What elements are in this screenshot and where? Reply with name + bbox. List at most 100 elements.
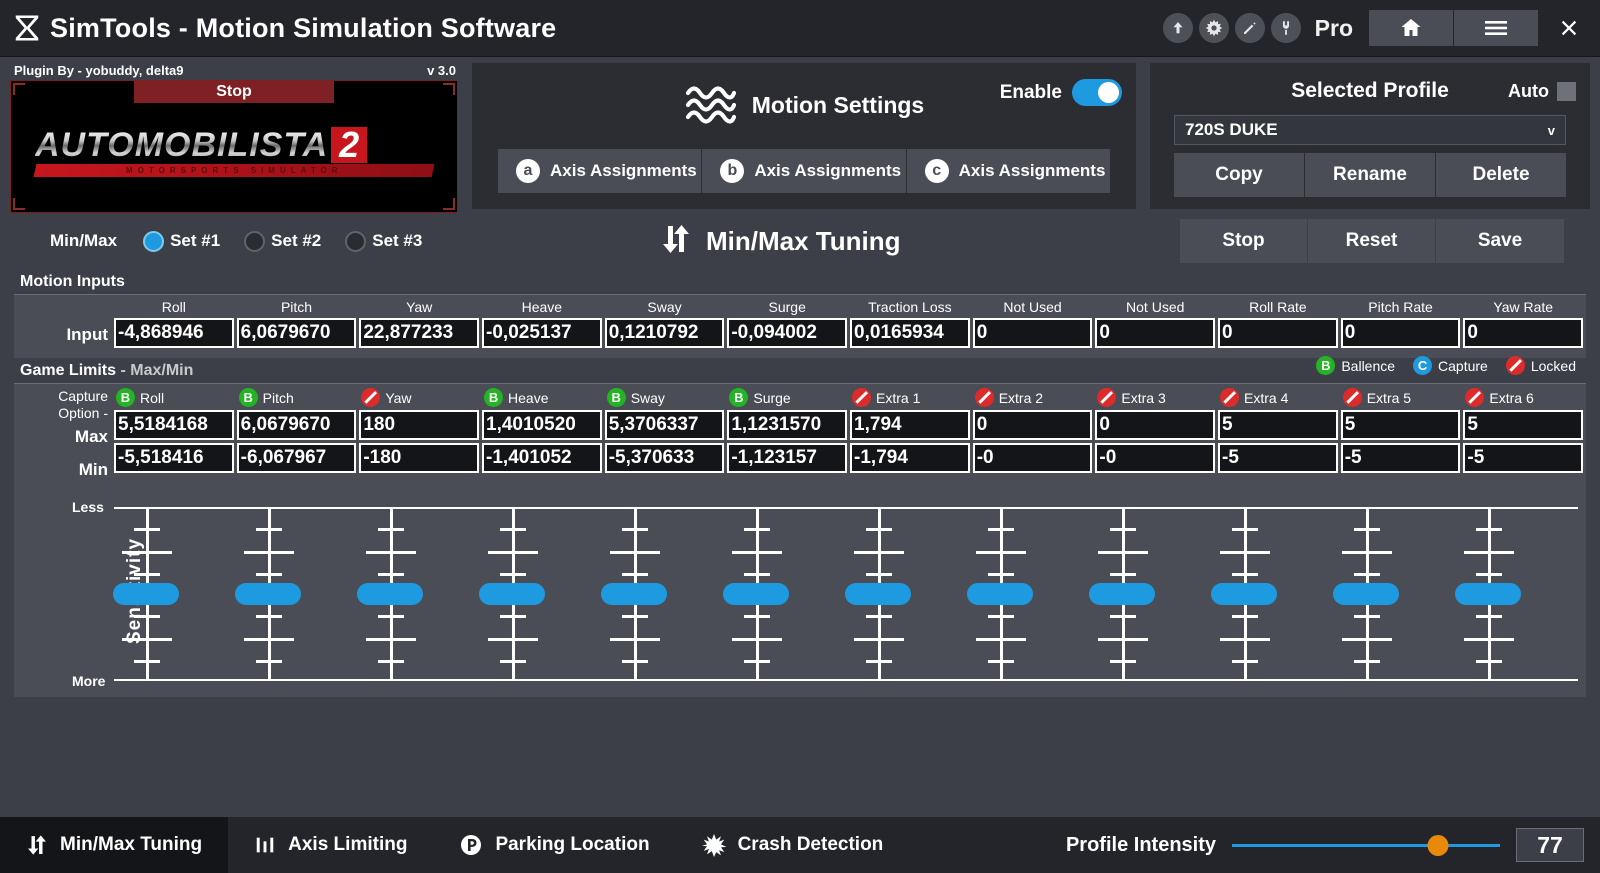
game-limit-min-field[interactable]: -180 (359, 443, 479, 473)
game-limit-max-field[interactable]: 5 (1463, 410, 1583, 440)
save-button[interactable]: Save (1436, 219, 1564, 263)
game-limit-min-field[interactable]: -5 (1463, 443, 1583, 473)
locked-icon[interactable] (852, 388, 871, 407)
capture-option-header[interactable]: BPitch (237, 384, 357, 410)
game-limit-max-field[interactable]: 5 (1218, 410, 1338, 440)
capture-option-header[interactable]: Extra 3 (1095, 384, 1215, 410)
sensitivity-slider-thumb[interactable] (601, 583, 667, 605)
motion-input-field[interactable]: 0,0165934 (850, 318, 970, 348)
game-limit-max-field[interactable]: 6,0679670 (237, 410, 357, 440)
set-3-radio[interactable] (345, 231, 366, 252)
game-limit-min-field[interactable]: -1,401052 (482, 443, 602, 473)
ballence-icon[interactable]: B (607, 388, 626, 407)
game-limit-min-field[interactable]: -0 (973, 443, 1093, 473)
game-limit-max-field[interactable]: 1,1231570 (727, 410, 847, 440)
sensitivity-slider[interactable] (1212, 507, 1334, 681)
locked-icon[interactable] (975, 388, 994, 407)
sensitivity-slider[interactable] (358, 507, 480, 681)
locked-icon[interactable] (361, 388, 380, 407)
set-1-radio-item[interactable]: Set #1 (143, 231, 220, 252)
menu-button[interactable] (1454, 10, 1538, 46)
ballence-icon[interactable]: B (484, 388, 503, 407)
set-2-radio-item[interactable]: Set #2 (244, 231, 321, 252)
capture-option-header[interactable]: BRoll (114, 384, 234, 410)
game-limit-min-field[interactable]: -5,518416 (114, 443, 234, 473)
game-limit-min-field[interactable]: -6,067967 (237, 443, 357, 473)
tab-parking-location[interactable]: Parking Location (433, 817, 675, 873)
ballence-icon[interactable]: B (239, 388, 258, 407)
sensitivity-slider-thumb[interactable] (1089, 583, 1155, 605)
game-limit-max-field[interactable]: 0 (973, 410, 1093, 440)
tab-minmax-tuning[interactable]: Min/Max Tuning (0, 817, 228, 873)
game-limit-max-field[interactable]: 5 (1341, 410, 1461, 440)
capture-option-header[interactable]: BSurge (727, 384, 847, 410)
sensitivity-slider[interactable] (602, 507, 724, 681)
game-limit-max-field[interactable]: 1,794 (850, 410, 970, 440)
sensitivity-slider-thumb[interactable] (723, 583, 789, 605)
sensitivity-slider[interactable] (846, 507, 968, 681)
capture-option-header[interactable]: Yaw (359, 384, 479, 410)
motion-input-field[interactable]: 0 (973, 318, 1093, 348)
stop-button[interactable]: Stop (1180, 219, 1308, 263)
sensitivity-slider-thumb[interactable] (1211, 583, 1277, 605)
close-button[interactable] (1539, 10, 1599, 46)
enable-toggle[interactable] (1072, 79, 1122, 106)
locked-icon[interactable] (1343, 388, 1362, 407)
auto-checkbox[interactable] (1557, 82, 1576, 101)
copy-button[interactable]: Copy (1174, 153, 1305, 197)
locked-icon[interactable] (1465, 388, 1484, 407)
sensitivity-slider[interactable] (1090, 507, 1212, 681)
sensitivity-slider[interactable] (968, 507, 1090, 681)
motion-input-field[interactable]: -0,025137 (482, 318, 602, 348)
set-2-radio[interactable] (244, 231, 265, 252)
pencil-icon[interactable] (1235, 13, 1265, 43)
motion-input-field[interactable]: 6,0679670 (237, 318, 357, 348)
rename-button[interactable]: Rename (1305, 153, 1436, 197)
sensitivity-slider-thumb[interactable] (967, 583, 1033, 605)
motion-input-field[interactable]: 0 (1463, 318, 1583, 348)
game-limit-min-field[interactable]: -1,123157 (727, 443, 847, 473)
game-limit-min-field[interactable]: -1,794 (850, 443, 970, 473)
capture-option-header[interactable]: BSway (605, 384, 725, 410)
reset-button[interactable]: Reset (1308, 219, 1436, 263)
tab-crash-detection[interactable]: Crash Detection (676, 817, 910, 873)
profile-intensity-value[interactable]: 77 (1516, 828, 1584, 862)
plug-icon[interactable] (1271, 13, 1301, 43)
sensitivity-slider-thumb[interactable] (113, 583, 179, 605)
sensitivity-slider[interactable] (114, 507, 236, 681)
motion-input-field[interactable]: 0,1210792 (605, 318, 725, 348)
capture-option-header[interactable]: Extra 6 (1463, 384, 1583, 410)
sensitivity-slider-thumb[interactable] (235, 583, 301, 605)
upload-icon[interactable] (1163, 13, 1193, 43)
game-limit-min-field[interactable]: -0 (1095, 443, 1215, 473)
set-3-radio-item[interactable]: Set #3 (345, 231, 422, 252)
sensitivity-slider-thumb[interactable] (357, 583, 423, 605)
motion-input-field[interactable]: 22,877233 (359, 318, 479, 348)
capture-option-header[interactable]: Extra 2 (973, 384, 1093, 410)
sensitivity-slider[interactable] (236, 507, 358, 681)
motion-input-field[interactable]: -4,868946 (114, 318, 234, 348)
sun-icon[interactable] (1199, 13, 1229, 43)
ballence-icon[interactable]: B (116, 388, 135, 407)
profile-dropdown[interactable]: 720S DUKE v (1174, 115, 1566, 145)
axis-assignments-button-a[interactable]: a Axis Assignments (498, 149, 702, 193)
sensitivity-slider-thumb[interactable] (479, 583, 545, 605)
delete-button[interactable]: Delete (1436, 153, 1566, 197)
sensitivity-slider-thumb[interactable] (1455, 583, 1521, 605)
game-limit-max-field[interactable]: 1,4010520 (482, 410, 602, 440)
capture-option-header[interactable]: Extra 5 (1341, 384, 1461, 410)
game-limit-max-field[interactable]: 0 (1095, 410, 1215, 440)
sensitivity-slider[interactable] (480, 507, 602, 681)
game-limit-max-field[interactable]: 5,3706337 (605, 410, 725, 440)
sensitivity-slider-thumb[interactable] (845, 583, 911, 605)
ballence-icon[interactable]: B (729, 388, 748, 407)
game-limit-min-field[interactable]: -5 (1218, 443, 1338, 473)
capture-option-header[interactable]: BHeave (482, 384, 602, 410)
game-limit-min-field[interactable]: -5,370633 (605, 443, 725, 473)
home-button[interactable] (1369, 10, 1453, 46)
game-limit-min-field[interactable]: -5 (1341, 443, 1461, 473)
motion-input-field[interactable]: -0,094002 (727, 318, 847, 348)
profile-intensity-slider[interactable] (1232, 835, 1500, 855)
tab-axis-limiting[interactable]: Axis Limiting (228, 817, 433, 873)
game-limit-max-field[interactable]: 5,5184168 (114, 410, 234, 440)
